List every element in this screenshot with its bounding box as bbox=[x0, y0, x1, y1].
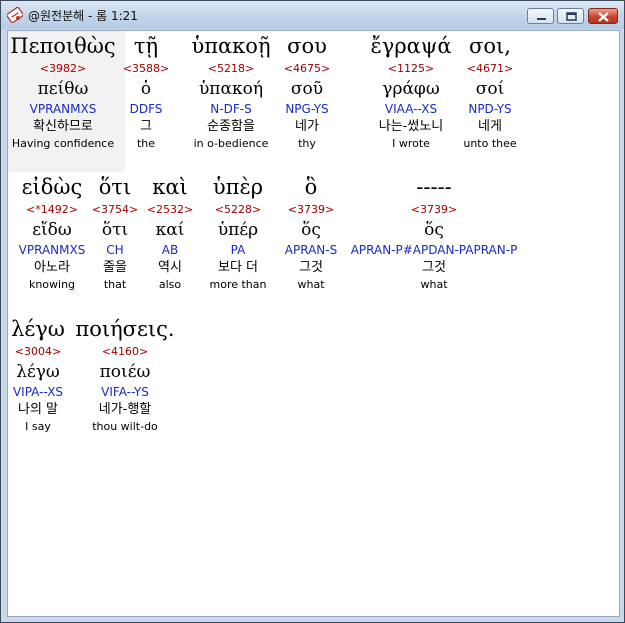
maximize-icon bbox=[566, 12, 577, 21]
english-gloss: what bbox=[420, 278, 448, 291]
close-icon bbox=[598, 12, 609, 22]
minimize-icon bbox=[537, 18, 546, 20]
parsing-code: VIFA--YS bbox=[101, 385, 149, 399]
strong-number: <3739> bbox=[410, 203, 458, 216]
parsing-code: NPD-YS bbox=[468, 102, 512, 116]
lexical-form: σοί bbox=[475, 79, 505, 99]
greek-word: σοι, bbox=[469, 34, 511, 58]
maximize-button[interactable] bbox=[557, 8, 584, 24]
korean-gloss: 네게 bbox=[478, 119, 502, 134]
greek-word: ----- bbox=[416, 175, 452, 199]
english-gloss: thou wilt-do bbox=[92, 420, 158, 433]
lexical-form: ποιέω bbox=[99, 362, 151, 382]
app-window: @원전분해 - 롬 1:21 Πεποιθὼς <3982> πείθω VPR… bbox=[0, 0, 625, 623]
strong-number: <4160> bbox=[101, 345, 149, 358]
interlinear-view[interactable]: Πεποιθὼς <3982> πείθω VPRANMXS 확신하므로 Hav… bbox=[7, 30, 620, 617]
greek-word: ποιήσεις. bbox=[75, 317, 175, 341]
english-gloss: unto thee bbox=[463, 137, 517, 150]
minimize-button[interactable] bbox=[527, 8, 554, 24]
word-cell[interactable]: ----- <3739> ὅς APRAN-P#APDAN-PAPRAN-P 그… bbox=[344, 172, 524, 293]
parsing-code: APRAN-P#APDAN-PAPRAN-P bbox=[350, 243, 518, 257]
word-cell[interactable]: σοι, <4671> σοί NPD-YS 네게 unto thee bbox=[400, 31, 580, 152]
close-button[interactable] bbox=[588, 8, 618, 24]
korean-gloss: 그것 bbox=[422, 260, 446, 275]
window-title: @원전분해 - 롬 1:21 bbox=[28, 9, 138, 23]
strong-number: <4671> bbox=[466, 62, 514, 75]
word-cell[interactable]: ποιήσεις. <4160> ποιέω VIFA--YS 네가-행할 th… bbox=[35, 314, 215, 435]
title-bar[interactable]: @원전분해 - 롬 1:21 bbox=[1, 1, 624, 29]
korean-gloss: 네가-행할 bbox=[98, 402, 152, 417]
lexical-form: ὅς bbox=[424, 220, 444, 240]
app-icon[interactable] bbox=[7, 7, 23, 23]
